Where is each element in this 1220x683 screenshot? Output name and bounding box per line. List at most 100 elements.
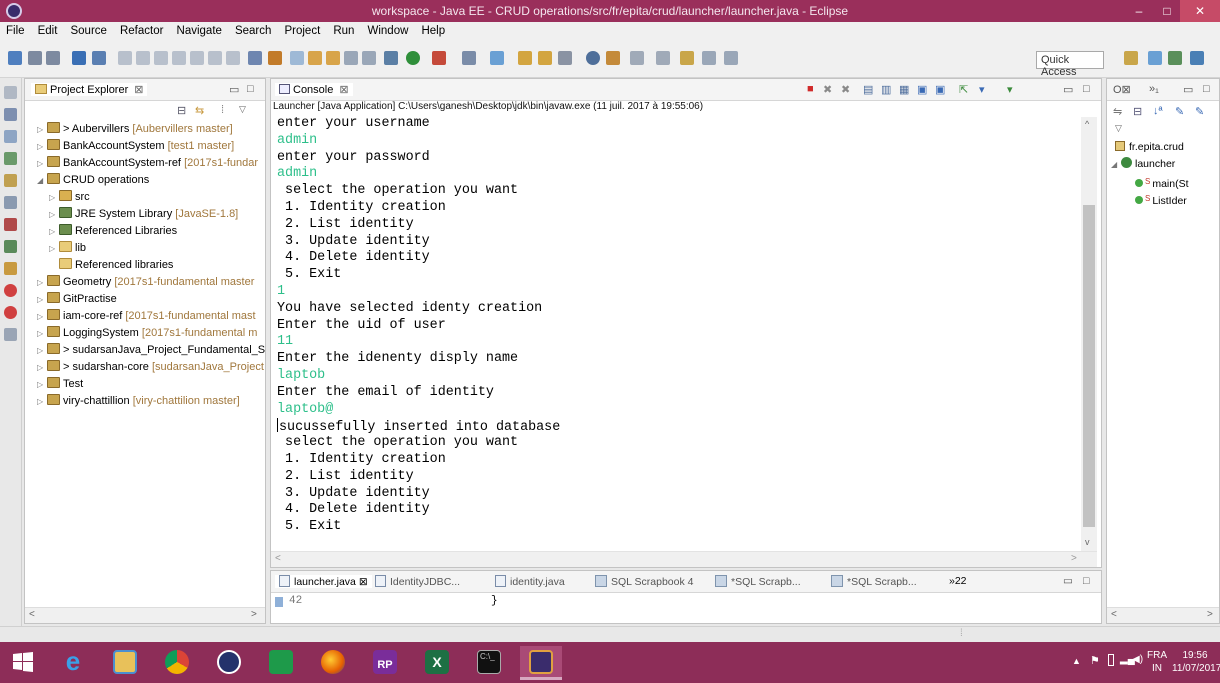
suspend-icon[interactable] bbox=[136, 51, 150, 65]
scroll-left-icon[interactable]: < bbox=[29, 609, 35, 620]
quick-access-input[interactable]: Quick Access bbox=[1036, 51, 1104, 78]
hide-static-icon[interactable]: ✎ bbox=[1195, 105, 1204, 118]
resume-icon[interactable] bbox=[118, 51, 132, 65]
remove-all-icon[interactable]: ✖ bbox=[841, 83, 850, 96]
problems-icon[interactable] bbox=[4, 218, 17, 231]
tree-item[interactable]: ◢ CRUD operations bbox=[25, 172, 265, 189]
tree-item[interactable]: ▷ > sudarsanJava_Project_Fundamental_S bbox=[25, 342, 265, 359]
menu-edit[interactable]: Edit bbox=[32, 22, 62, 37]
pin-console-icon[interactable]: ⇱ bbox=[959, 83, 968, 96]
tree-item[interactable]: ▷ iam-core-ref [2017s1-fundamental mast bbox=[25, 308, 265, 325]
menu-project[interactable]: Project bbox=[278, 22, 324, 37]
servers-icon[interactable] bbox=[4, 196, 17, 209]
last-edit-icon[interactable] bbox=[680, 51, 694, 65]
maximize-view-icon[interactable]: □ bbox=[1083, 83, 1090, 95]
battery-icon[interactable] bbox=[1108, 654, 1114, 666]
java-ee-perspective-icon[interactable] bbox=[1148, 51, 1162, 65]
save-icon[interactable] bbox=[28, 51, 42, 65]
maximize-view-icon[interactable]: □ bbox=[247, 83, 254, 95]
open-perspective-icon[interactable] bbox=[1124, 51, 1138, 65]
taskbar-store[interactable] bbox=[260, 646, 302, 680]
minimize-editor-icon[interactable]: ▭ bbox=[1063, 575, 1073, 587]
taskbar-ie[interactable]: e bbox=[52, 646, 94, 680]
tree-item[interactable]: ▷ > Aubervillers [Aubervillers master] bbox=[25, 121, 265, 138]
open-folder-icon[interactable] bbox=[518, 51, 532, 65]
outline-tab-icon[interactable]: O⊠ bbox=[1113, 83, 1131, 96]
project-explorer-scrollbar[interactable]: < > bbox=[25, 607, 265, 623]
clock[interactable]: 19:56 11/07/2017 bbox=[1172, 649, 1220, 675]
taskbar-chrome[interactable] bbox=[156, 646, 198, 680]
taskbar-media[interactable] bbox=[208, 646, 250, 680]
expand-icon[interactable]: ▷ bbox=[37, 393, 47, 410]
expand-icon[interactable]: ▷ bbox=[37, 274, 47, 291]
hide-fields-icon[interactable]: ✎ bbox=[1175, 105, 1184, 118]
debug-perspective-icon[interactable] bbox=[1168, 51, 1182, 65]
word-wrap-icon[interactable]: ▦ bbox=[899, 83, 909, 96]
outline-item-method[interactable]: S ListIder bbox=[1107, 190, 1219, 207]
filter-icon[interactable]: ⁞ bbox=[221, 104, 224, 116]
scroll-right-icon[interactable]: > bbox=[1071, 553, 1077, 564]
project-explorer-tab[interactable]: Project Explorer ⊠ bbox=[31, 83, 148, 96]
collapse-all-icon[interactable]: ⊟ bbox=[177, 104, 186, 117]
view-menu-icon[interactable]: ▽ bbox=[239, 104, 246, 115]
show-stdout-icon[interactable]: ▣ bbox=[917, 83, 927, 96]
scroll-left-icon[interactable]: < bbox=[1111, 609, 1117, 620]
tree-item[interactable]: ▷ LoggingSystem [2017s1-fundamental m bbox=[25, 325, 265, 342]
taskbar-firefox[interactable] bbox=[312, 646, 354, 680]
clear-console-icon[interactable]: ▤ bbox=[863, 83, 873, 96]
sort-icon[interactable]: ↓ª bbox=[1153, 105, 1163, 117]
menu-run[interactable]: Run bbox=[327, 22, 358, 37]
maximize-view-icon[interactable]: □ bbox=[1203, 83, 1210, 95]
disconnect-icon[interactable] bbox=[172, 51, 186, 65]
taskbar-cmd[interactable]: C:\_ bbox=[468, 646, 510, 680]
scroll-lock-icon[interactable]: ▥ bbox=[881, 83, 891, 96]
outline-item-method[interactable]: Smain(St bbox=[1107, 173, 1219, 190]
editor-tab-identity[interactable]: identity.java bbox=[495, 575, 565, 588]
pencil-icon[interactable] bbox=[558, 51, 572, 65]
minimize-view-icon[interactable]: ▭ bbox=[1063, 83, 1073, 96]
expand-icon[interactable]: ▷ bbox=[37, 308, 47, 325]
input-language-indicator[interactable]: FRA IN bbox=[1142, 649, 1172, 675]
tree-item[interactable]: ▷ lib bbox=[25, 240, 265, 257]
navigator-icon[interactable] bbox=[4, 174, 17, 187]
web-service-icon[interactable] bbox=[268, 51, 282, 65]
db-icon[interactable] bbox=[344, 51, 358, 65]
console-horizontal-scrollbar[interactable]: < > bbox=[271, 551, 1097, 567]
scroll-right-icon[interactable]: > bbox=[251, 609, 257, 620]
back-icon[interactable] bbox=[702, 51, 716, 65]
tree-item[interactable]: Referenced libraries bbox=[25, 257, 265, 274]
expand-icon[interactable]: ▷ bbox=[49, 240, 59, 257]
taskbar-excel[interactable]: X bbox=[416, 646, 458, 680]
outline-scrollbar[interactable]: < > bbox=[1107, 607, 1219, 623]
expand-icon[interactable]: ▷ bbox=[37, 138, 47, 155]
outline-item-package[interactable]: fr.epita.crud bbox=[1107, 139, 1219, 156]
annotation-icon[interactable] bbox=[606, 51, 620, 65]
menu-file[interactable]: File bbox=[0, 22, 29, 37]
taskbar-eclipse[interactable] bbox=[520, 646, 562, 680]
menu-window[interactable]: Window bbox=[362, 22, 413, 37]
menu-search[interactable]: Search bbox=[229, 22, 275, 37]
step-over-icon[interactable] bbox=[208, 51, 222, 65]
tree-item[interactable]: ▷ viry-chattillion [viry-chattilion maste… bbox=[25, 393, 265, 410]
data-source-icon[interactable] bbox=[4, 240, 17, 253]
expand-icon[interactable]: ▷ bbox=[37, 342, 47, 359]
scroll-left-icon[interactable]: < bbox=[275, 553, 281, 564]
expand-icon[interactable]: ▷ bbox=[49, 223, 59, 240]
maximize-button[interactable]: □ bbox=[1152, 0, 1182, 22]
expand-icon[interactable]: ▷ bbox=[37, 325, 47, 342]
step-into-icon[interactable] bbox=[190, 51, 204, 65]
view-menu-icon[interactable]: ▽ bbox=[1115, 123, 1122, 134]
console-tab[interactable]: Console ⊠ bbox=[275, 83, 353, 96]
tree-item[interactable]: ▷ > sudarshan-core [sudarsanJava_Project bbox=[25, 359, 265, 376]
scroll-up-icon[interactable]: ^ bbox=[1085, 119, 1089, 129]
type-hierarchy-icon[interactable] bbox=[4, 130, 17, 143]
taskbar-explorer[interactable] bbox=[104, 646, 146, 680]
scroll-right-icon[interactable]: > bbox=[1207, 609, 1213, 620]
remove-launch-icon[interactable]: ✖ bbox=[823, 83, 832, 96]
server-icon[interactable] bbox=[248, 51, 262, 65]
editor-tab-launcher[interactable]: launcher.java ⊠ bbox=[275, 575, 372, 588]
error-log-icon[interactable] bbox=[4, 284, 17, 297]
restore-icon[interactable] bbox=[4, 86, 17, 99]
console-output[interactable]: enter your username admin enter your passw… bbox=[277, 116, 1075, 552]
stop-icon[interactable] bbox=[4, 306, 17, 319]
